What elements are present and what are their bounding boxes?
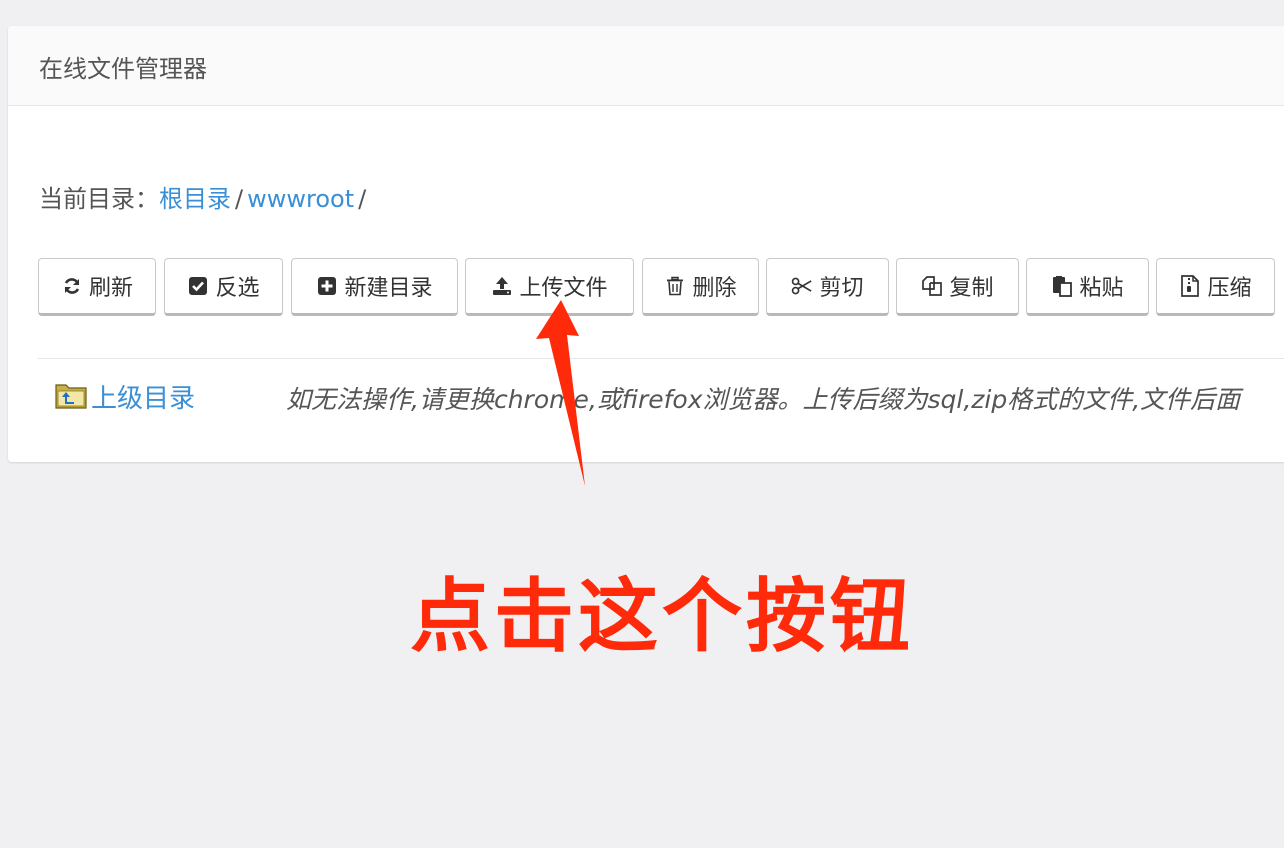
cut-button[interactable]: 剪切 bbox=[766, 258, 889, 316]
breadcrumb-root-link[interactable]: 根目录 bbox=[159, 185, 231, 213]
cut-label: 剪切 bbox=[819, 276, 864, 301]
copy-label: 复制 bbox=[949, 276, 994, 301]
delete-label: 删除 bbox=[692, 276, 737, 301]
refresh-label: 刷新 bbox=[88, 276, 133, 301]
panel-title: 在线文件管理器 bbox=[39, 55, 207, 83]
new-folder-button[interactable]: 新建目录 bbox=[291, 258, 458, 316]
breadcrumb-wwwroot-link[interactable]: wwwroot bbox=[247, 185, 354, 213]
new-folder-label: 新建目录 bbox=[344, 276, 433, 301]
zip-file-icon bbox=[1179, 275, 1201, 297]
invert-select-button[interactable]: 反选 bbox=[164, 258, 283, 316]
annotation-text: 点击这个按钮 bbox=[410, 570, 914, 663]
copy-icon bbox=[921, 275, 943, 297]
breadcrumb: 当前目录：根目录 / wwwroot / bbox=[39, 179, 370, 214]
refresh-icon bbox=[61, 275, 83, 297]
breadcrumb-separator: / bbox=[358, 185, 367, 213]
paste-button[interactable]: 粘贴 bbox=[1026, 258, 1149, 316]
refresh-button[interactable]: 刷新 bbox=[38, 258, 156, 316]
checkbox-checked-icon bbox=[187, 275, 209, 297]
paste-icon bbox=[1051, 275, 1073, 297]
scissors-icon bbox=[791, 275, 813, 297]
trash-icon bbox=[664, 275, 686, 297]
breadcrumb-separator: / bbox=[235, 185, 244, 213]
plus-square-icon bbox=[316, 275, 338, 297]
parent-dir-label[interactable]: 上级目录 bbox=[91, 378, 195, 415]
upload-file-button[interactable]: 上传文件 bbox=[465, 258, 634, 316]
folder-up-icon bbox=[55, 380, 89, 414]
divider bbox=[38, 358, 1284, 359]
compress-button[interactable]: 压缩 bbox=[1156, 258, 1275, 316]
upload-file-label: 上传文件 bbox=[519, 276, 608, 301]
invert-select-label: 反选 bbox=[215, 276, 260, 301]
breadcrumb-prefix: 当前目录： bbox=[39, 185, 159, 213]
parent-dir-link[interactable]: 上级目录 bbox=[55, 378, 195, 415]
delete-button[interactable]: 删除 bbox=[642, 258, 759, 316]
compress-label: 压缩 bbox=[1207, 276, 1252, 301]
file-manager-panel: 在线文件管理器 当前目录：根目录/wwwroot/ 刷新 反选 新建目录 bbox=[8, 26, 1284, 462]
copy-button[interactable]: 复制 bbox=[896, 258, 1019, 316]
upload-icon bbox=[491, 275, 513, 297]
paste-label: 粘贴 bbox=[1079, 276, 1124, 301]
browser-notice: 如无法操作,请更换chrome,或firefox浏览器。上传后缀为sql,zip… bbox=[286, 385, 1241, 414]
